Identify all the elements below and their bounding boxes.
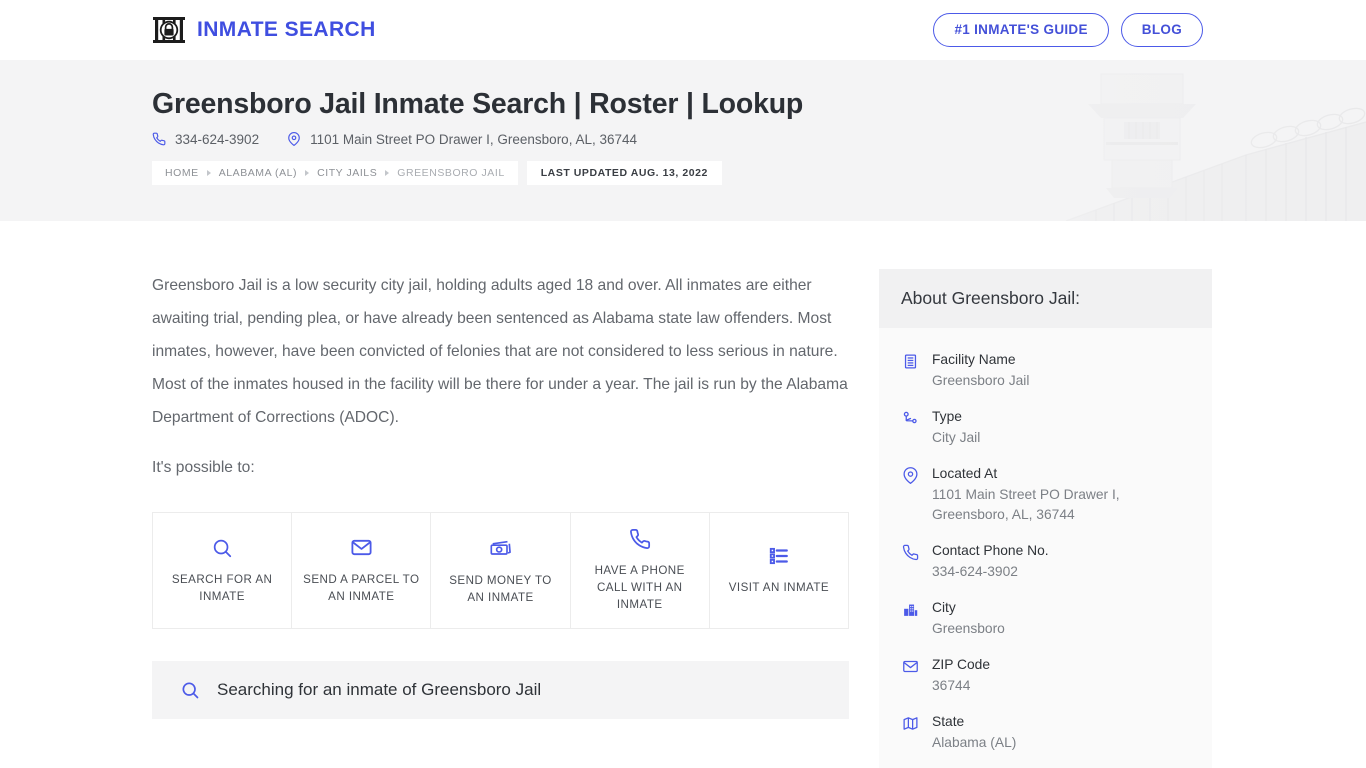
breadcrumb-city-jails[interactable]: CITY JAILS	[317, 167, 377, 179]
intro-paragraph: Greensboro Jail is a low security city j…	[152, 277, 848, 426]
map-icon	[901, 715, 919, 732]
magnifier-icon	[180, 680, 200, 700]
fact-label: City	[932, 600, 956, 615]
building-icon	[901, 353, 919, 370]
hero-phone-number[interactable]: 334-624-3902	[175, 132, 259, 147]
chevron-right-icon	[385, 169, 390, 176]
fact-label: State	[932, 714, 965, 729]
action-phone-call[interactable]: HAVE A PHONE CALL WITH AN INMATE	[570, 513, 710, 628]
fact-label: ZIP Code	[932, 657, 991, 672]
location-pin-icon	[901, 467, 919, 484]
fact-value: Greensboro Jail	[932, 373, 1030, 388]
nav-actions: #1 INMATE'S GUIDE BLOG	[933, 13, 1203, 47]
breadcrumb-alabama[interactable]: ALABAMA (AL)	[219, 167, 297, 179]
inmates-guide-button[interactable]: #1 INMATE'S GUIDE	[933, 13, 1109, 47]
hero-contact-meta: 334-624-3902 1101 Main Street PO Drawer …	[152, 132, 1366, 147]
possible-to-label: It's possible to:	[152, 459, 255, 476]
envelope-icon	[350, 536, 373, 559]
fact-zip-code: ZIP Code 36744	[901, 647, 1190, 704]
node-share-icon	[901, 410, 919, 427]
about-facility-card: About Greensboro Jail: Facility Name Gre…	[879, 269, 1212, 768]
sidebar-column: About Greensboro Jail: Facility Name Gre…	[879, 221, 1212, 768]
page-title: Greensboro Jail Inmate Search | Roster |…	[152, 88, 804, 120]
fact-contact-phone: Contact Phone No. 334-624-3902	[901, 533, 1190, 590]
fact-value: 36744	[932, 678, 971, 693]
fact-label: Located At	[932, 466, 998, 481]
action-label: VISIT AN INMATE	[728, 581, 830, 594]
breadcrumb-greensboro-jail: GREENSBORO JAIL	[397, 166, 505, 179]
hero-content: Greensboro Jail Inmate Search | Roster |…	[0, 60, 1366, 185]
top-navigation-bar: INMATE SEARCH #1 INMATE'S GUIDE BLOG	[0, 0, 1366, 60]
breadcrumb: HOME ALABAMA (AL) CITY JAILS GREENSBORO …	[152, 160, 1366, 185]
last-updated-badge: LAST UPDATED AUG. 13, 2022	[526, 160, 722, 185]
action-label: SEND A PARCEL TO AN INMATE	[303, 573, 420, 603]
fact-label: Contact Phone No.	[932, 543, 1049, 558]
about-card-body: Facility Name Greensboro Jail Type City …	[879, 328, 1212, 768]
phone-icon	[901, 544, 919, 561]
breadcrumb-home[interactable]: HOME	[165, 167, 199, 179]
jail-padlock-logo-icon	[153, 17, 185, 43]
main-column: Greensboro Jail is a low security city j…	[152, 221, 849, 719]
action-send-a-parcel[interactable]: SEND A PARCEL TO AN INMATE	[292, 513, 432, 628]
fact-value: Greensboro	[932, 621, 1005, 636]
action-send-money[interactable]: SEND MONEY TO AN INMATE	[431, 513, 571, 628]
city-buildings-icon	[901, 601, 919, 618]
hero-address: 1101 Main Street PO Drawer I, Greensboro…	[310, 131, 638, 147]
phone-icon	[629, 528, 651, 550]
fact-label: Type	[932, 409, 962, 424]
search-banner-label: Searching for an inmate of Greensboro Ja…	[217, 680, 542, 699]
fact-type: Type City Jail	[901, 399, 1190, 456]
fact-state: State Alabama (AL)	[901, 704, 1190, 761]
breadcrumb-list: HOME ALABAMA (AL) CITY JAILS GREENSBORO …	[152, 160, 518, 185]
fact-county: County Hale County	[901, 761, 1190, 768]
hero-section: Greensboro Jail Inmate Search | Roster |…	[0, 60, 1366, 221]
fact-value[interactable]: 334-624-3902	[932, 562, 1190, 582]
page-body: Greensboro Jail is a low security city j…	[0, 221, 1366, 768]
fact-facility-name: Facility Name Greensboro Jail	[901, 342, 1190, 399]
fact-label: Facility Name	[932, 352, 1016, 367]
action-visit-an-inmate[interactable]: VISIT AN INMATE	[709, 513, 849, 628]
fact-located-at: Located At 1101 Main Street PO Drawer I,…	[901, 456, 1190, 533]
action-label: HAVE A PHONE CALL WITH AN INMATE	[594, 564, 685, 611]
brand-name: INMATE SEARCH	[197, 18, 376, 41]
inmate-search-banner[interactable]: Searching for an inmate of Greensboro Ja…	[152, 661, 849, 719]
action-label: SEARCH FOR AN INMATE	[171, 572, 273, 603]
envelope-icon	[901, 658, 919, 675]
phone-icon	[152, 132, 166, 146]
magnifier-icon	[211, 537, 233, 559]
action-strip: SEARCH FOR AN INMATE SEND A PARCEL TO AN…	[152, 512, 849, 629]
fact-value: City Jail	[932, 430, 981, 445]
blog-button[interactable]: BLOG	[1120, 13, 1203, 47]
chevron-right-icon	[206, 169, 211, 176]
fact-city: City Greensboro	[901, 590, 1190, 647]
list-icon	[768, 545, 790, 567]
brand-logo[interactable]: INMATE SEARCH	[152, 13, 376, 47]
action-search-for-an-inmate[interactable]: SEARCH FOR AN INMATE	[153, 513, 293, 628]
action-label: SEND MONEY TO AN INMATE	[449, 573, 552, 604]
about-card-heading: About Greensboro Jail:	[879, 269, 1212, 328]
fact-value: Alabama (AL)	[932, 735, 1017, 750]
chevron-right-icon	[305, 169, 310, 176]
location-pin-icon	[287, 132, 301, 147]
money-banknote-icon	[489, 536, 513, 560]
fact-value: 1101 Main Street PO Drawer I, Greensboro…	[932, 487, 1120, 522]
